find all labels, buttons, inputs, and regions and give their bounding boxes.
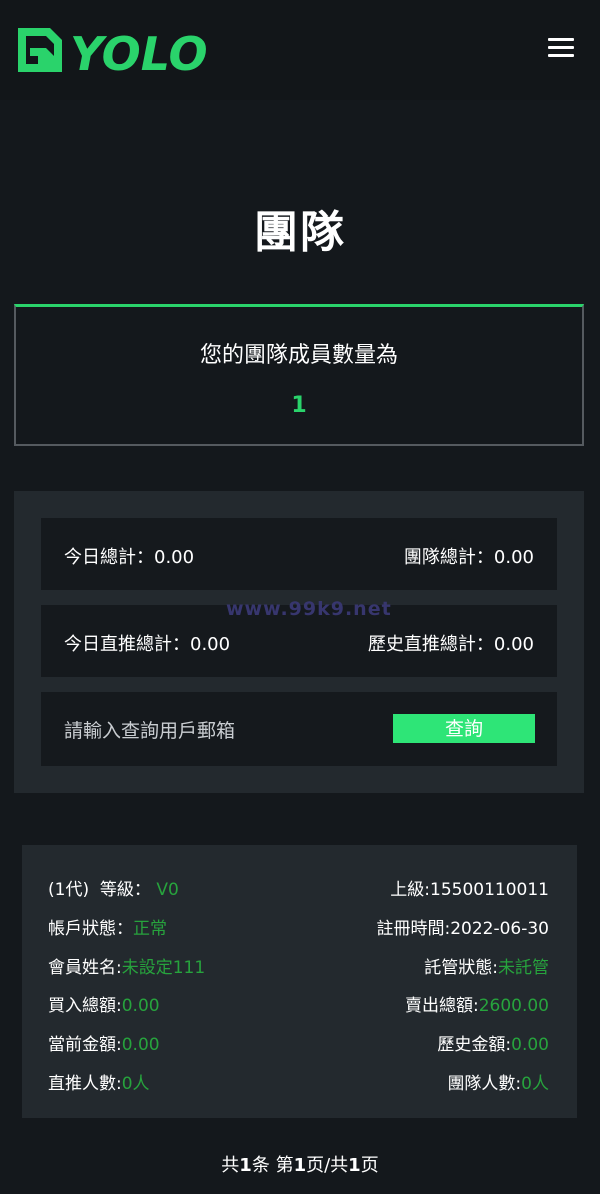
team-total: 團隊總計：0.00 [403,547,534,568]
member-team-count: 0人 [521,1074,549,1094]
member-info-card: (1代) 等級： V0 上級:15500110011 帳戶狀態：正常 註冊時間:… [22,845,577,1118]
hamburger-menu-icon[interactable] [548,38,574,60]
pagination: 共1条 第1页/共1页 [221,1155,379,1176]
member-name: 未設定111 [121,958,206,978]
logo-wordmark: YOLO [70,27,208,74]
member-current-amount: 0.00 [121,1035,160,1055]
team-member-count-card: 您的團隊成員數量為 1 [14,304,584,446]
member-direct-count: 0人 [121,1074,150,1094]
member-level: V0 [156,880,179,900]
member-row-2: 帳戶狀態：正常 註冊時間:2022-06-30 [48,919,549,939]
member-row-5: 當前金額:0.00 歷史金額:0.00 [48,1035,549,1055]
member-sell-total: 2600.00 [478,996,549,1016]
stats-row-totals: 今日總計：0.00 團隊總計：0.00 [41,518,557,590]
member-row-6: 直推人數:0人 團隊人數:0人 [48,1074,549,1094]
member-history-amount: 0.00 [511,1035,549,1055]
member-custody-status: 未託管 [498,958,549,978]
member-buy-total: 0.00 [121,996,160,1016]
team-member-count-label: 您的團隊成員數量為 [199,343,398,368]
search-row: 請輸入查詢用戶郵箱 查詢 [41,692,557,766]
member-row-3: 會員姓名:未設定111 託管狀態:未託管 [48,958,549,978]
page-title: 團隊 [254,207,346,258]
search-button[interactable]: 查詢 [393,714,535,743]
member-account-status: 正常 [133,919,167,939]
email-search-input[interactable]: 請輸入查詢用戶郵箱 [64,716,235,743]
watermark: www.99k9.net [226,598,392,620]
member-row-1: (1代) 等級： V0 上級:15500110011 [48,880,549,900]
history-direct-total: 歷史直推總計：0.00 [367,634,534,655]
today-direct-total: 今日直推總計：0.00 [64,634,231,655]
member-generation: (1代) [48,880,90,900]
team-stats-panel: 今日總計：0.00 團隊總計：0.00 今日直推總計：0.00 歷史直推總計：0… [14,491,584,793]
member-row-4: 買入總額:0.00 賣出總額:2600.00 [48,996,549,1016]
member-superior: 15500110011 [430,880,549,900]
member-register-time: 2022-06-30 [450,919,549,939]
app-header: YOLO [0,0,600,100]
today-total: 今日總計：0.00 [64,547,195,568]
yolo-logo[interactable]: YOLO [16,26,222,74]
team-member-count-value: 1 [291,393,307,418]
